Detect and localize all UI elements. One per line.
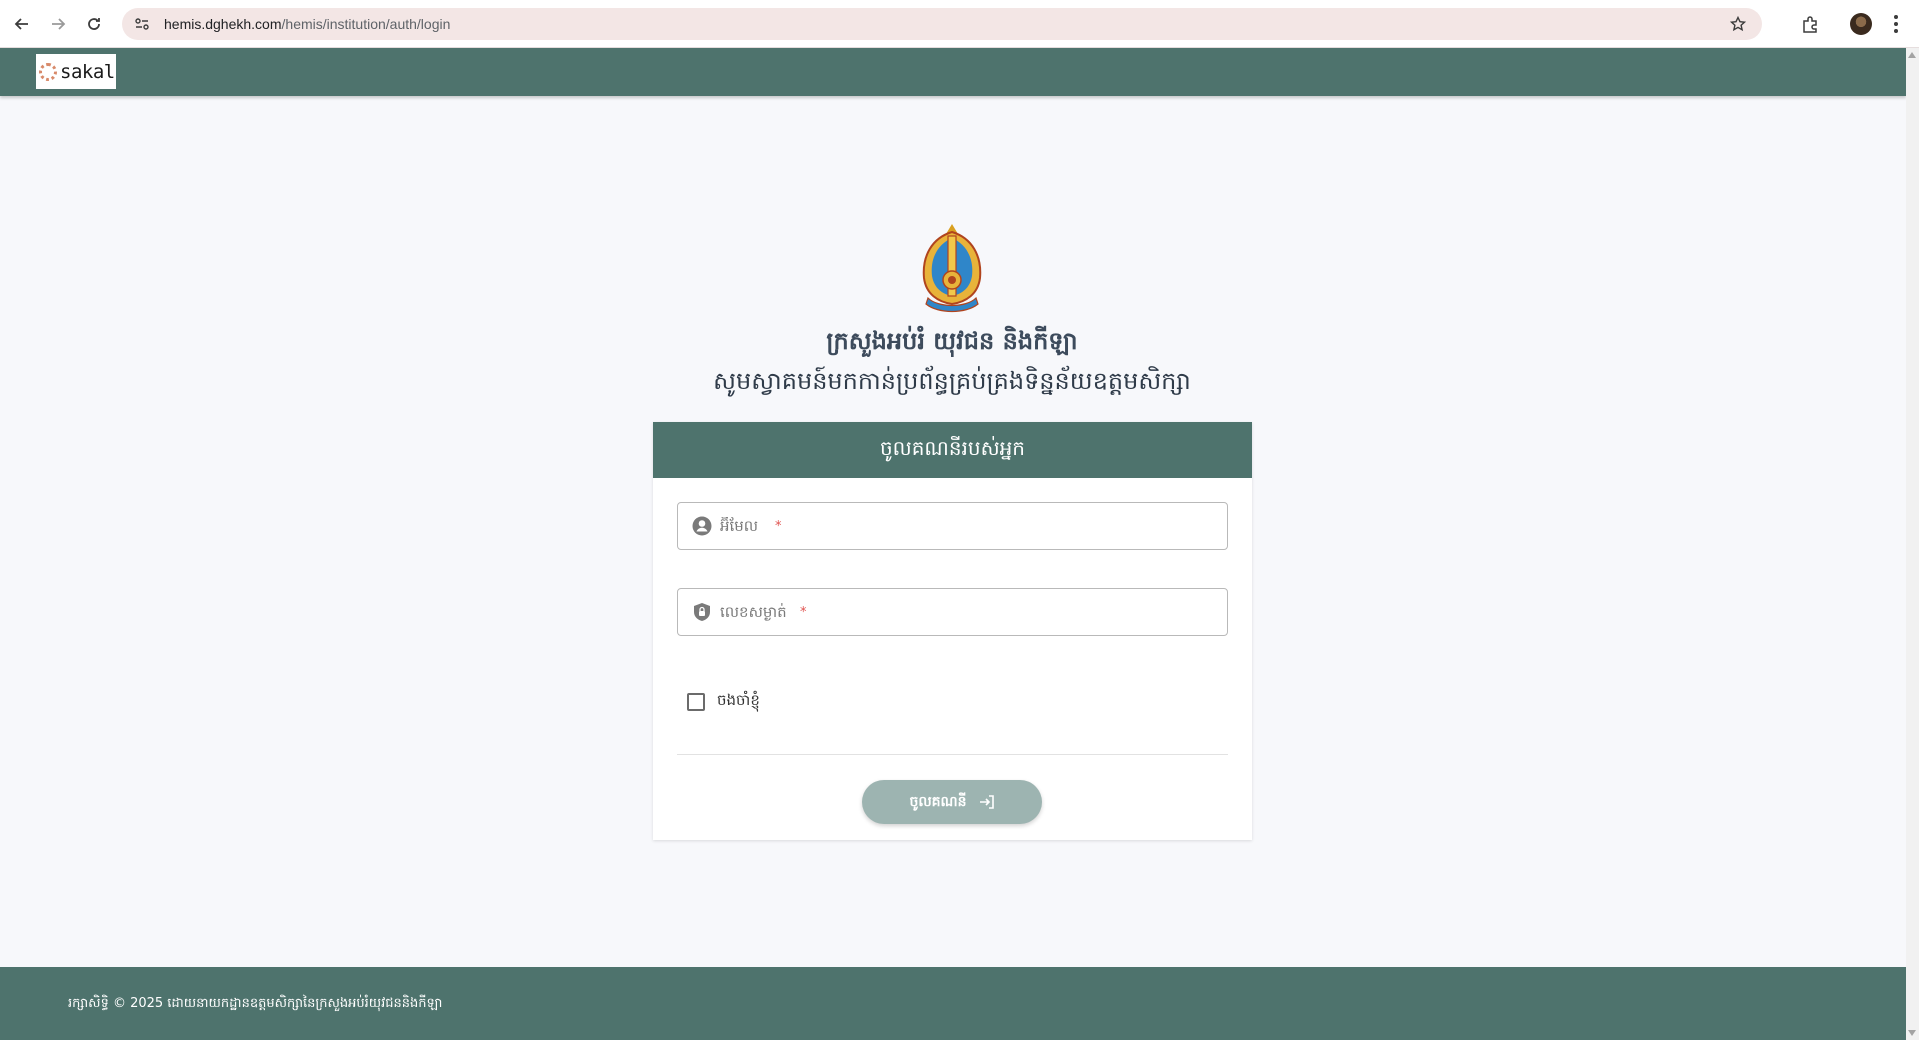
remember-me-checkbox[interactable]	[687, 693, 705, 711]
welcome-text: សូមស្វាគមន៍មកកាន់ប្រព័ន្ធគ្រប់គ្រងទិន្នន…	[713, 367, 1191, 395]
email-field[interactable]: *	[677, 502, 1228, 550]
ministry-emblem-icon	[922, 224, 982, 313]
profile-avatar[interactable]	[1850, 13, 1872, 35]
bookmark-star-icon[interactable]	[1728, 14, 1748, 34]
password-input[interactable]	[720, 603, 1200, 621]
ministry-title: ក្រសួងអប់រំ យុវជន និងកីឡា	[826, 327, 1078, 355]
user-icon	[692, 516, 712, 536]
browser-menu-icon[interactable]	[1886, 12, 1906, 36]
scroll-up-arrow-icon[interactable]	[1908, 52, 1916, 58]
url-text: hemis.dghekh.com/hemis/institution/auth/…	[164, 16, 450, 32]
page-footer: រក្សាសិទ្ធិ © 2025 ដោយនាយកដ្ឋានឧត្តមសិក្…	[0, 967, 1906, 1040]
url-host: hemis.dghekh.com	[164, 16, 282, 32]
reload-icon	[88, 18, 100, 30]
address-bar[interactable]: hemis.dghekh.com/hemis/institution/auth/…	[122, 8, 1762, 40]
site-info-icon[interactable]	[126, 8, 158, 40]
remember-me-label: ចងចាំខ្ញុំ	[717, 691, 760, 709]
email-input[interactable]	[720, 517, 1200, 535]
copyright-text: រក្សាសិទ្ធិ © 2025 ដោយនាយកដ្ឋានឧត្តមសិក្…	[68, 996, 443, 1011]
scroll-down-arrow-icon[interactable]	[1908, 1030, 1916, 1036]
login-card-header: ចូលគណនីរបស់អ្នក	[653, 422, 1252, 478]
login-card-title: ចូលគណនីរបស់អ្នក	[879, 436, 1026, 460]
sakal-logo[interactable]: sakal	[36, 54, 116, 89]
password-field[interactable]: *	[677, 588, 1228, 636]
forward-arrow-icon	[52, 18, 66, 30]
browser-toolbar: hemis.dghekh.com/hemis/institution/auth/…	[0, 0, 1919, 48]
remember-me-row[interactable]: ចងចាំខ្ញុំ	[687, 691, 760, 713]
app-header: sakal	[0, 48, 1906, 96]
shield-lock-icon	[692, 602, 712, 622]
form-divider	[677, 754, 1228, 755]
back-button[interactable]	[10, 12, 34, 36]
logo-text: sakal	[60, 60, 115, 83]
reload-button[interactable]	[82, 12, 106, 36]
login-arrow-icon	[979, 795, 994, 809]
back-arrow-icon	[14, 18, 28, 30]
logo-mark-icon	[39, 62, 57, 81]
page-scrollbar[interactable]	[1906, 48, 1919, 1040]
login-button-label: ចូលគណនី	[909, 793, 967, 810]
forward-button[interactable]	[46, 12, 70, 36]
login-card: ចូលគណនីរបស់អ្នក * * ចងចាំខ្ញុំ ចូលគណនី	[653, 422, 1252, 840]
extensions-icon[interactable]	[1798, 12, 1822, 36]
url-path: /hemis/institution/auth/login	[281, 16, 451, 32]
login-button[interactable]: ចូលគណនី	[862, 780, 1042, 824]
